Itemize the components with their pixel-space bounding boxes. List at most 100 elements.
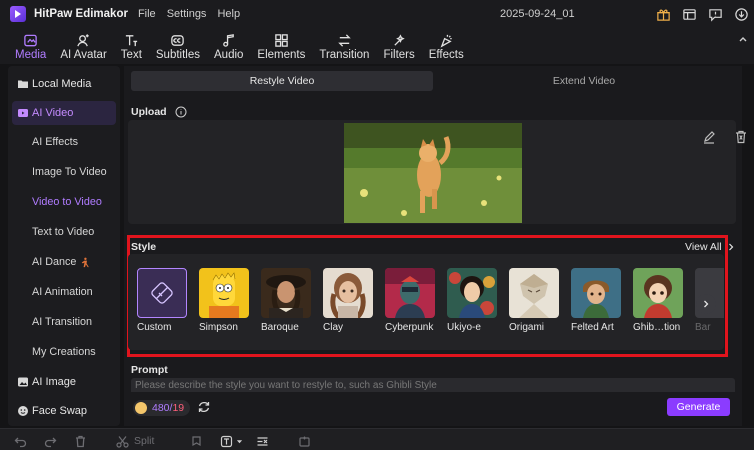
credits-total: 19 [172,402,185,414]
style-name: Cyberpunk [385,322,434,333]
sidebar-sub-ai-transition[interactable]: AI Transition [12,310,116,334]
sidebar-item-ai-video[interactable]: AI Video [12,101,116,125]
style-card-ukiyo-e[interactable]: Ukiyo-e [447,268,501,333]
feedback-icon[interactable] [706,5,724,23]
style-name: Baroque [261,322,299,333]
upload-area[interactable] [128,120,746,224]
style-card-baroque[interactable]: Baroque [261,268,315,333]
sidebar-sub-ai-animation[interactable]: AI Animation [12,280,116,304]
sidebar: Local Media AI Video AI Effects Image To… [8,66,120,426]
edit-icon[interactable] [702,130,716,144]
credits-used: 480 [152,402,170,414]
sidebar-item-face-swap[interactable]: Face Swap [12,399,116,423]
sidebar-item-ai-image[interactable]: AI Image [12,370,116,394]
redo-icon[interactable] [44,434,57,448]
style-card-ghibli[interactable]: Ghib…tion [633,268,687,333]
tab-transition[interactable]: Transition [313,32,375,64]
style-thumb-ukiyo-e [447,268,497,318]
folder-icon [18,80,28,88]
trash-icon[interactable] [734,130,748,144]
ai-avatar-icon [77,34,89,47]
sidebar-sub-ai-effects[interactable]: AI Effects [12,130,116,154]
refresh-icon[interactable] [197,400,211,414]
split-button[interactable]: Split [116,434,154,448]
crop-icon[interactable] [298,434,311,448]
style-card-custom[interactable]: Custom [137,268,191,333]
restyle-panel: Restyle Video Extend Video Upload Style … [124,66,746,426]
prompt-input[interactable] [131,378,735,392]
media-icon [24,34,37,47]
style-thumb-custom [137,268,187,318]
ai-image-icon [18,377,28,387]
gift-icon[interactable] [654,5,672,23]
transition-icon [338,34,351,47]
tab-filters[interactable]: Filters [377,32,420,64]
tab-restyle-video[interactable]: Restyle Video [131,71,433,91]
text-tool-dropdown[interactable] [220,434,243,448]
mode-tabs: Restyle Video Extend Video [131,71,735,91]
scroll-next-button[interactable] [696,294,716,314]
menu-settings[interactable]: Settings [167,8,207,20]
style-thumb-simpson [199,268,249,318]
menu-help[interactable]: Help [217,8,240,20]
text-icon [125,35,137,47]
sidebar-item-local-media[interactable]: Local Media [12,72,116,96]
collapse-up-icon[interactable] [732,28,754,64]
undo-icon[interactable] [14,434,27,448]
tab-subtitles[interactable]: Subtitles [150,32,206,64]
tab-ai-avatar[interactable]: AI Avatar [54,32,112,64]
subtitles-icon [171,35,185,46]
chevron-down-icon [236,439,243,443]
style-thumb-cyberpunk [385,268,435,318]
sidebar-sub-my-creations[interactable]: My Creations [12,340,116,364]
custom-style-icon [151,282,173,304]
app-name: HitPaw Edimakor [34,8,128,20]
sidebar-sub-text-to-video[interactable]: Text to Video [12,220,116,244]
timeline-toolbar: Split [0,428,754,450]
sidebar-sub-ai-dance[interactable]: AI Dance [12,250,116,274]
menu-file[interactable]: File [138,8,156,20]
title-bar: HitPaw Edimakor File Settings Help 2025-… [0,0,754,28]
effects-icon [440,34,452,48]
app-logo-icon [10,6,26,22]
style-name: Custom [137,322,172,333]
style-name: Bar [695,322,711,333]
tab-elements[interactable]: Elements [251,32,311,64]
marker-icon[interactable] [190,434,203,448]
project-title: 2025-09-24_01 [500,8,575,20]
upload-label: Upload [131,106,187,118]
style-thumb-ghibli [633,268,683,318]
style-card-felted-art[interactable]: Felted Art [571,268,625,333]
style-name: Origami [509,322,545,333]
style-name: Clay [323,322,344,333]
download-icon[interactable] [732,5,750,23]
sidebar-sub-image-to-video[interactable]: Image To Video [12,160,116,184]
main-toolbar: Media AI Avatar Text Subtitles Audio Ele… [0,28,754,64]
dancer-icon [82,257,90,267]
style-thumb-felted-art [571,268,621,318]
ai-video-icon [18,109,28,117]
style-gallery: Custom Simpson Baroque Clay Cyberpunk Uk… [128,254,724,350]
elements-icon [275,34,288,47]
remove-silence-icon[interactable] [256,434,269,448]
style-label: Style [131,241,157,253]
scissors-icon [116,435,129,448]
generate-button[interactable]: Generate [667,398,730,416]
sidebar-sub-video-to-video[interactable]: Video to Video [12,190,116,214]
tab-text[interactable]: Text [115,32,148,64]
style-card-clay[interactable]: Clay [323,268,377,333]
info-icon[interactable] [175,106,187,118]
view-all-link[interactable]: View All [685,241,735,253]
title-actions [654,5,750,23]
tab-media[interactable]: Media [9,32,52,64]
style-card-cyberpunk[interactable]: Cyberpunk [385,268,439,333]
style-card-origami[interactable]: Origami [509,268,563,333]
style-card-simpson[interactable]: Simpson [199,268,253,333]
tab-audio[interactable]: Audio [208,32,249,64]
tab-extend-video[interactable]: Extend Video [433,71,735,91]
menu-bar: File Settings Help [138,8,251,20]
tab-effects[interactable]: Effects [423,32,470,64]
layout-icon[interactable] [680,5,698,23]
cat-video-thumbnail [344,123,522,223]
delete-clip-icon[interactable] [74,434,87,448]
